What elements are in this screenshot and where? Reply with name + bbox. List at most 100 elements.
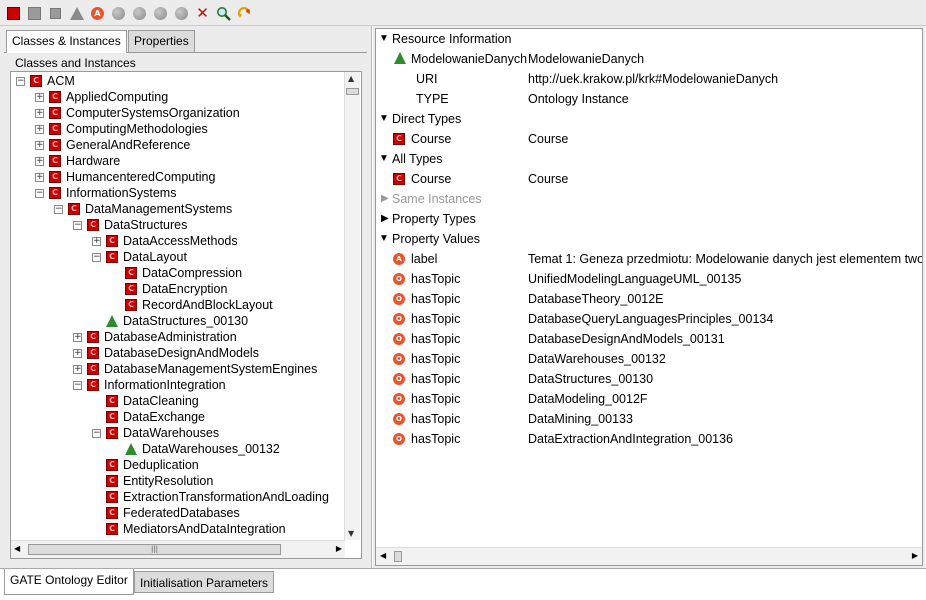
collapse-icon[interactable]: − [73,220,82,230]
transitive-property-icon[interactable] [174,6,189,21]
section-all-types[interactable]: ▼ All Types [376,149,922,169]
expand-icon[interactable]: + [35,156,44,166]
collapse-icon[interactable]: ▼ [379,113,389,124]
expand-icon[interactable]: + [35,124,44,134]
section-direct-types[interactable]: ▼ Direct Types [376,109,922,129]
property-value-row[interactable]: Alabel Temat 1: Geneza przedmiotu: Modelo… [376,249,922,269]
tree-node[interactable]: − C DataLayout [92,249,187,265]
scroll-thumb[interactable] [346,88,359,95]
expand-icon[interactable]: ▶ [381,213,389,224]
tree-node[interactable]: C FederatedDatabases [92,505,240,521]
object-property-icon[interactable] [132,6,147,21]
tab-classes-instances[interactable]: Classes & Instances [6,30,127,53]
collapse-icon[interactable]: − [16,76,25,86]
tree-node[interactable]: C DataExchange [92,409,205,425]
tree-node[interactable]: C Deduplication [92,457,199,473]
symmetric-property-icon[interactable] [153,6,168,21]
scroll-thumb-horizontal[interactable] [394,551,402,562]
collapse-icon[interactable]: ▼ [379,153,389,164]
scroll-down-icon[interactable]: ▼ [348,529,354,538]
collapse-icon[interactable]: − [92,428,101,438]
tree-node[interactable]: + C ComputingMethodologies [35,121,208,137]
property-value-row[interactable]: OhasTopic DataExtractionAndIntegration_00… [376,429,922,449]
tree-node[interactable]: − C DataManagementSystems [54,201,232,217]
property-value-row[interactable]: OhasTopic DatabaseQueryLanguagesPrinciple… [376,309,922,329]
details-table[interactable]: ▼ Resource Information ModelowanieDanych… [375,28,923,566]
tree-node[interactable]: + C DataAccessMethods [92,233,238,249]
section-property-values[interactable]: ▼ Property Values [376,229,922,249]
new-class-icon[interactable] [6,6,21,21]
tab-initialisation-parameters[interactable]: Initialisation Parameters [134,571,275,593]
tree-node[interactable]: C ExtractionTransformationAndLoading [92,489,329,505]
class-tree[interactable]: − C ACM + C AppliedComputing + C ComputerSystems… [10,71,362,559]
expand-icon[interactable]: ▶ [381,193,389,204]
collapse-icon[interactable]: − [92,252,101,262]
tree-node[interactable]: + C DatabaseDesignAndModels [73,345,259,361]
expand-icon[interactable]: + [35,172,44,182]
new-subclass-icon[interactable] [27,6,42,21]
tree-node[interactable]: + C HumancenteredComputing [35,169,215,185]
resource-name-row[interactable]: ModelowanieDanych ModelowanieDanych [376,49,922,69]
tree-node[interactable]: C EntityResolution [92,473,213,489]
tree-node[interactable]: − C DataStructures [73,217,187,233]
collapse-icon[interactable]: ▼ [379,33,389,44]
scroll-left-icon[interactable]: ◀ [14,544,20,553]
type-row[interactable]: TYPE Ontology Instance [376,89,922,109]
expand-icon[interactable]: + [73,364,82,374]
direct-type-row[interactable]: C Course Course [376,129,922,149]
tree-node[interactable]: + C Hardware [35,153,120,169]
tree-node[interactable]: C MediatorsAndDataIntegration [92,521,286,537]
property-value-row[interactable]: OhasTopic DatabaseDesignAndModels_00131 [376,329,922,349]
tree-node[interactable]: + C DatabaseManagementSystemEngines [73,361,317,377]
all-type-row[interactable]: C Course Course [376,169,922,189]
collapse-icon[interactable]: − [73,380,82,390]
expand-icon[interactable]: + [35,92,44,102]
scroll-thumb-horizontal[interactable]: ||| [28,544,281,555]
tree-node[interactable]: + C DatabaseAdministration [73,329,237,345]
new-instance-icon[interactable] [69,6,84,21]
scroll-right-icon[interactable]: ▶ [336,544,342,553]
scroll-up-icon[interactable]: ▲ [348,74,354,83]
tree-horizontal-scrollbar[interactable]: ◀ ||| ▶ [11,540,345,558]
uri-row[interactable]: URI http://uek.krakow.pl/krk#Modelowanie… [376,69,922,89]
scroll-right-icon[interactable]: ▶ [912,551,918,560]
tree-node[interactable]: − C DataWarehouses [92,425,219,441]
tab-properties[interactable]: Properties [128,30,195,52]
section-same-instances[interactable]: ▶ Same Instances [376,189,922,209]
tree-node[interactable]: DataStructures_00130 [92,313,248,329]
tree-node[interactable]: − C ACM [16,73,75,89]
tree-node[interactable]: C DataCompression [111,265,242,281]
tree-node[interactable]: + C GeneralAndReference [35,137,190,153]
collapse-icon[interactable]: ▼ [379,233,389,244]
collapse-icon[interactable]: − [54,204,63,214]
delete-icon[interactable]: ✕ [195,6,210,21]
annotation-property-icon[interactable]: A [90,6,105,21]
tree-node[interactable]: − C InformationIntegration [73,377,226,393]
search-icon[interactable] [216,6,231,21]
property-value-row[interactable]: OhasTopic DataWarehouses_00132 [376,349,922,369]
tree-node[interactable]: − C InformationSystems [35,185,176,201]
tree-node[interactable]: C DataCleaning [92,393,199,409]
section-resource-information[interactable]: ▼ Resource Information [376,29,922,49]
property-value-row[interactable]: OhasTopic DataMining_00133 [376,409,922,429]
tree-node[interactable]: DataWarehouses_00132 [111,441,280,457]
tree-node[interactable]: C DataEncryption [111,281,227,297]
scroll-left-icon[interactable]: ◀ [380,551,386,560]
collapse-icon[interactable]: − [35,188,44,198]
datatype-property-icon[interactable] [111,6,126,21]
expand-icon[interactable]: + [35,108,44,118]
tab-gate-ontology-editor[interactable]: GATE Ontology Editor [4,569,134,595]
expand-icon[interactable]: + [73,332,82,342]
section-property-types[interactable]: ▶ Property Types [376,209,922,229]
property-value-row[interactable]: OhasTopic DataModeling_0012F [376,389,922,409]
tree-vertical-scrollbar[interactable]: ▲ ▼ [344,72,360,540]
tree-node[interactable]: + C ComputerSystemsOrganization [35,105,240,121]
expand-icon[interactable]: + [73,348,82,358]
refresh-icon[interactable] [237,6,252,21]
property-value-row[interactable]: OhasTopic DataStructures_00130 [376,369,922,389]
details-horizontal-scrollbar[interactable]: ◀ ▶ [376,547,922,565]
new-top-class-icon[interactable] [48,6,63,21]
tree-node[interactable]: + C AppliedComputing [35,89,168,105]
property-value-row[interactable]: OhasTopic UnifiedModelingLanguageUML_0013… [376,269,922,289]
expand-icon[interactable]: + [35,140,44,150]
